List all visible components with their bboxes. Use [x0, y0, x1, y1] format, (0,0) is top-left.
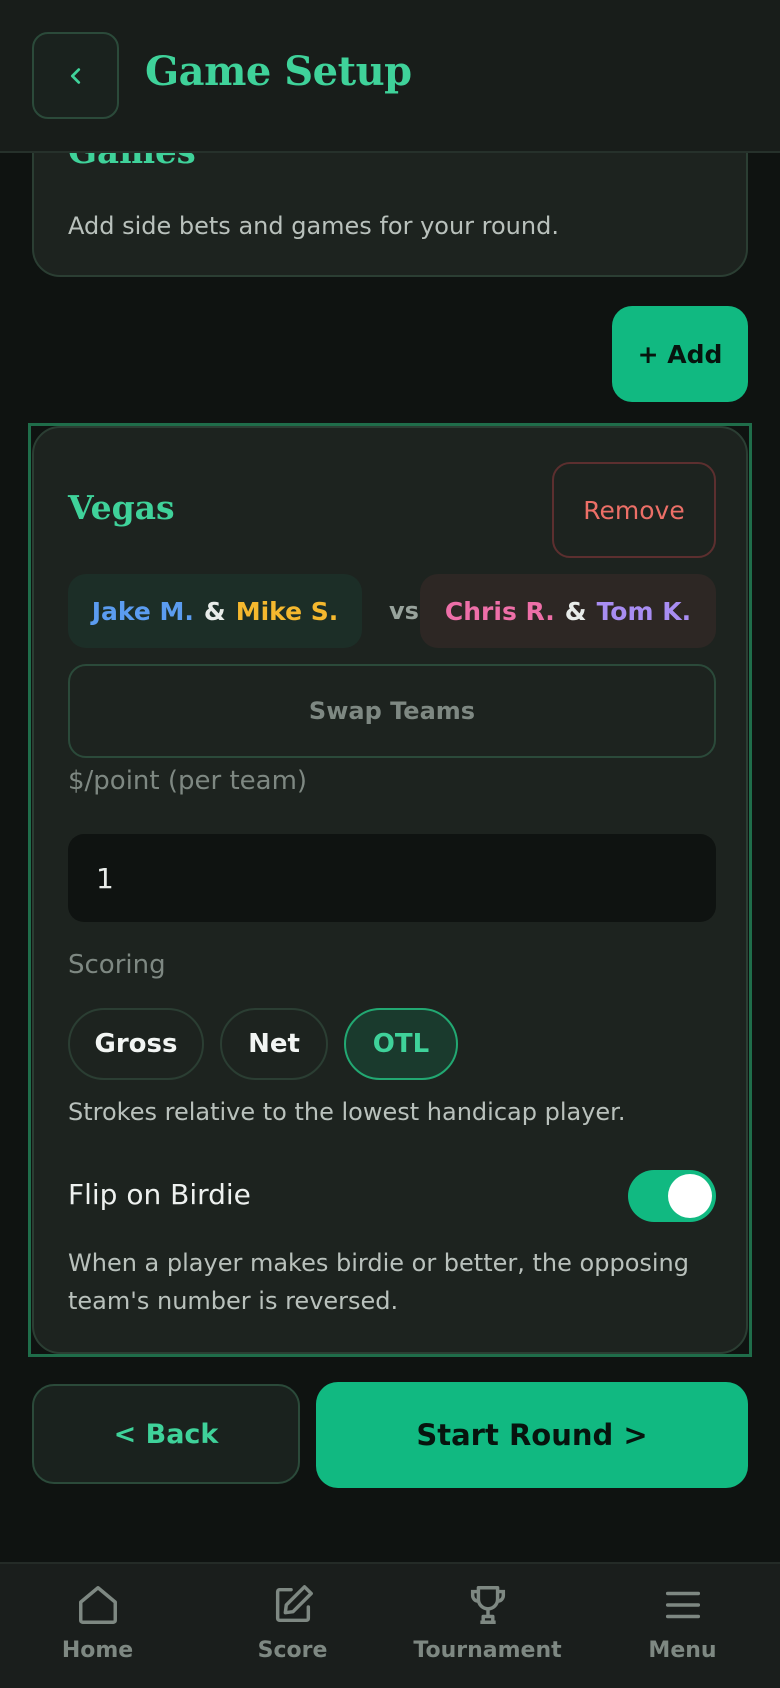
home-icon [78, 1586, 117, 1624]
chevron-left-icon [70, 67, 80, 84]
toggle-knob [668, 1174, 712, 1218]
player-name: Tom K. [596, 596, 692, 626]
game-setup-screen: Games Add side bets and games for your r… [0, 0, 780, 1688]
nav-item-score[interactable]: Score [195, 1582, 390, 1682]
trophy-icon [470, 1586, 505, 1624]
scoring-label: Scoring [68, 950, 166, 980]
remove-game-button[interactable]: Remove [552, 462, 716, 558]
nav-label: Home [61, 1638, 134, 1663]
flip-on-birdie-toggle[interactable] [628, 1170, 716, 1222]
start-round-button[interactable]: Start Round > [316, 1382, 748, 1488]
nav-label: Score [257, 1638, 328, 1663]
header-back-button[interactable] [32, 32, 119, 119]
nav-item-menu[interactable]: Menu [585, 1582, 780, 1682]
scoring-option-net[interactable]: Net [220, 1008, 328, 1080]
bottom-nav: Home Score Tournament Menu [0, 1562, 780, 1688]
team-two: Chris R. & Tom K. [420, 574, 716, 648]
team-ampersand: & [564, 596, 587, 626]
scoring-option-otl[interactable]: OTL [344, 1008, 458, 1080]
team-one: Jake M. & Mike S. [68, 574, 362, 648]
back-button[interactable]: < Back [32, 1384, 300, 1484]
nav-label: Tournament [413, 1638, 562, 1663]
menu-icon [665, 1591, 700, 1619]
team-ampersand: & [203, 596, 226, 626]
flip-on-birdie-label: Flip on Birdie [68, 1178, 251, 1211]
nav-label: Menu [648, 1638, 717, 1663]
edit-icon [275, 1585, 313, 1623]
games-section-description: Add side bets and games for your round. [68, 212, 559, 240]
player-name: Chris R. [444, 596, 555, 626]
nav-item-tournament[interactable]: Tournament [390, 1582, 585, 1682]
vegas-game-card: Vegas Remove Jake M. & Mike S. vs Chris … [32, 426, 748, 1354]
swap-teams-button[interactable]: Swap Teams [68, 664, 716, 758]
point-value-label: $/point (per team) [68, 766, 308, 796]
player-name: Jake M. [91, 596, 194, 626]
add-game-button[interactable]: + Add [612, 306, 748, 402]
player-name: Mike S. [235, 596, 339, 626]
scoring-option-gross[interactable]: Gross [68, 1008, 204, 1080]
scoring-description: Strokes relative to the lowest handicap … [68, 1098, 626, 1126]
app-header: Game Setup [0, 0, 780, 153]
game-title: Vegas [68, 488, 175, 527]
flip-on-birdie-description: When a player makes birdie or better, th… [68, 1249, 689, 1315]
page-title: Game Setup [145, 48, 412, 95]
point-value-input[interactable] [68, 834, 716, 922]
nav-item-home[interactable]: Home [0, 1582, 195, 1682]
